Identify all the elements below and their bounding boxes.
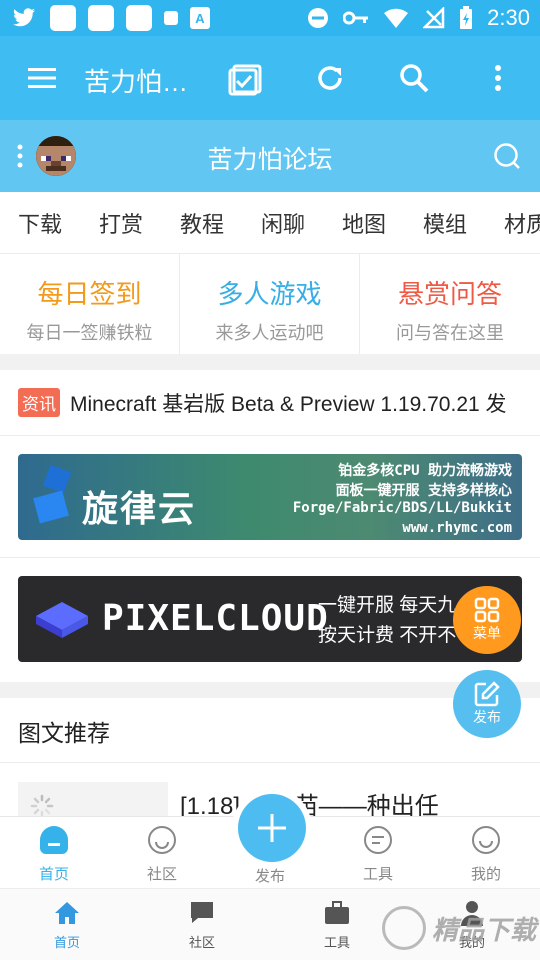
refresh-icon[interactable] [310,58,350,98]
status-bar: A 2:30 [0,0,540,36]
add-fab[interactable] [238,794,306,862]
forum-header: 苦力怕论坛 [0,120,540,192]
battery-icon [460,6,473,29]
key-icon [343,11,369,25]
news-ticker[interactable]: 资讯 Minecraft 基岩版 Beta & Preview 1.19.70.… [0,370,540,436]
watermark-logo-icon [382,906,426,950]
grid-icon [474,597,500,623]
quick-link-title: 多人游戏 [217,279,322,309]
news-badge: 资讯 [18,388,60,417]
home-icon [40,826,68,854]
category-tabs: 下载 打赏 教程 闲聊 地图 模组 材质 [0,192,540,254]
post-fab-label: 发布 [473,709,501,725]
quick-link-checkin[interactable]: 每日签到 每日一签赚铁粒 [0,254,180,354]
smile-icon [472,826,500,854]
banner-line: 按天计费 不开不 [318,625,457,646]
tab-label: 首页 [53,935,80,950]
banner-line: 铂金多核CPU 助力流畅游戏 [338,463,512,479]
tab-label: 社区 [146,866,177,883]
twitter-icon [13,8,35,27]
banner-title: 旋律云 [82,488,197,529]
notification-icon [88,5,114,31]
wifi-icon [384,8,409,29]
quick-link-subtitle: 每日一签赚铁粒 [26,323,153,343]
no-signal-icon [423,7,445,29]
home-icon [55,902,79,924]
font-icon: A [190,7,210,29]
tab-tools[interactable]: 工具 [307,899,367,951]
tab-reward[interactable]: 打赏 [81,207,162,239]
quick-link-qa[interactable]: 悬赏问答 问与答在这里 [360,254,540,354]
banner-line: www.rhymc.com [402,520,512,536]
app-bar: 苦力怕… [0,36,540,120]
tab-label: 首页 [38,866,69,883]
tab-publish[interactable]: 发布 [240,865,300,886]
tab-home[interactable]: 首页 [24,825,84,884]
hamburger-menu-icon[interactable] [22,58,62,98]
plus-icon [258,814,286,842]
section-title: 图文推荐 [18,720,110,746]
watermark-text: 精品下载 [432,914,537,945]
tab-label: 工具 [323,935,350,950]
briefcase-icon [325,901,349,924]
do-not-disturb-icon [308,8,329,28]
app-title: 苦力怕… [84,67,189,97]
tab-label: 工具 [362,866,393,883]
more-vert-icon[interactable] [478,58,518,98]
tab-tools[interactable]: 工具 [348,825,408,884]
edit-icon [474,681,500,707]
notification-icon [164,11,178,25]
pixelcloud-logo-icon [36,602,88,638]
divider [0,354,540,370]
notification-icon [126,5,152,31]
ad-banner-rhymc[interactable]: 旋律云 铂金多核CPU 助力流畅游戏 面板一键开服 支持多样核心 Forge/F… [18,454,522,540]
ad-banner-pixelcloud[interactable]: PIXELCLOUD 一键开服 每天九 按天计费 不开不 [18,576,522,662]
tab-download[interactable]: 下载 [0,207,81,239]
chat-bubble-icon [191,902,213,923]
tab-community[interactable]: 社区 [132,825,192,884]
tab-me[interactable]: 我的 [456,825,516,884]
search-icon[interactable] [394,58,434,98]
banner-title: PIXELCLOUD [102,598,329,639]
news-text: Minecraft 基岩版 Beta & Preview 1.19.70.21 … [70,392,507,416]
tab-map[interactable]: 地图 [324,207,405,239]
tab-tutorial[interactable]: 教程 [162,207,243,239]
quick-link-multiplayer[interactable]: 多人游戏 来多人运动吧 [180,254,360,354]
search-icon[interactable] [493,142,521,175]
forum-title: 苦力怕论坛 [207,146,333,174]
tab-chat[interactable]: 闲聊 [243,207,324,239]
tab-label: 发布 [254,868,285,885]
tab-mod[interactable]: 模组 [405,207,486,239]
banner-line: 面板一键开服 支持多样核心 [335,483,512,499]
quick-link-subtitle: 来多人运动吧 [215,323,324,343]
status-time: 2:30 [487,5,530,30]
tab-home[interactable]: 首页 [37,899,97,951]
chat-icon [364,826,392,854]
notification-icon [50,5,76,31]
tab-label: 我的 [470,866,501,883]
banner-line: 一键开服 每天九 [318,595,457,616]
menu-fab-label: 菜单 [473,625,501,641]
post-fab[interactable]: 发布 [453,670,521,738]
divider [0,762,540,763]
quick-links: 每日签到 每日一签赚铁粒 多人游戏 来多人运动吧 悬赏问答 问与答在这里 [0,254,540,354]
quick-link-title: 悬赏问答 [397,279,502,309]
tab-label: 社区 [188,935,215,950]
loading-spinner-icon [30,794,54,818]
tab-texture[interactable]: 材质 [486,207,540,239]
quick-link-subtitle: 问与答在这里 [396,323,504,343]
menu-fab[interactable]: 菜单 [453,586,521,654]
watermark: 精品下载 [382,902,538,954]
calendar-check-icon[interactable] [226,58,266,98]
smile-icon [148,826,176,854]
tab-community[interactable]: 社区 [172,899,232,951]
banner-line: Forge/Fabric/BDS/LL/Bukkit [292,500,512,516]
quick-link-title: 每日签到 [37,279,142,309]
divider [0,557,540,558]
